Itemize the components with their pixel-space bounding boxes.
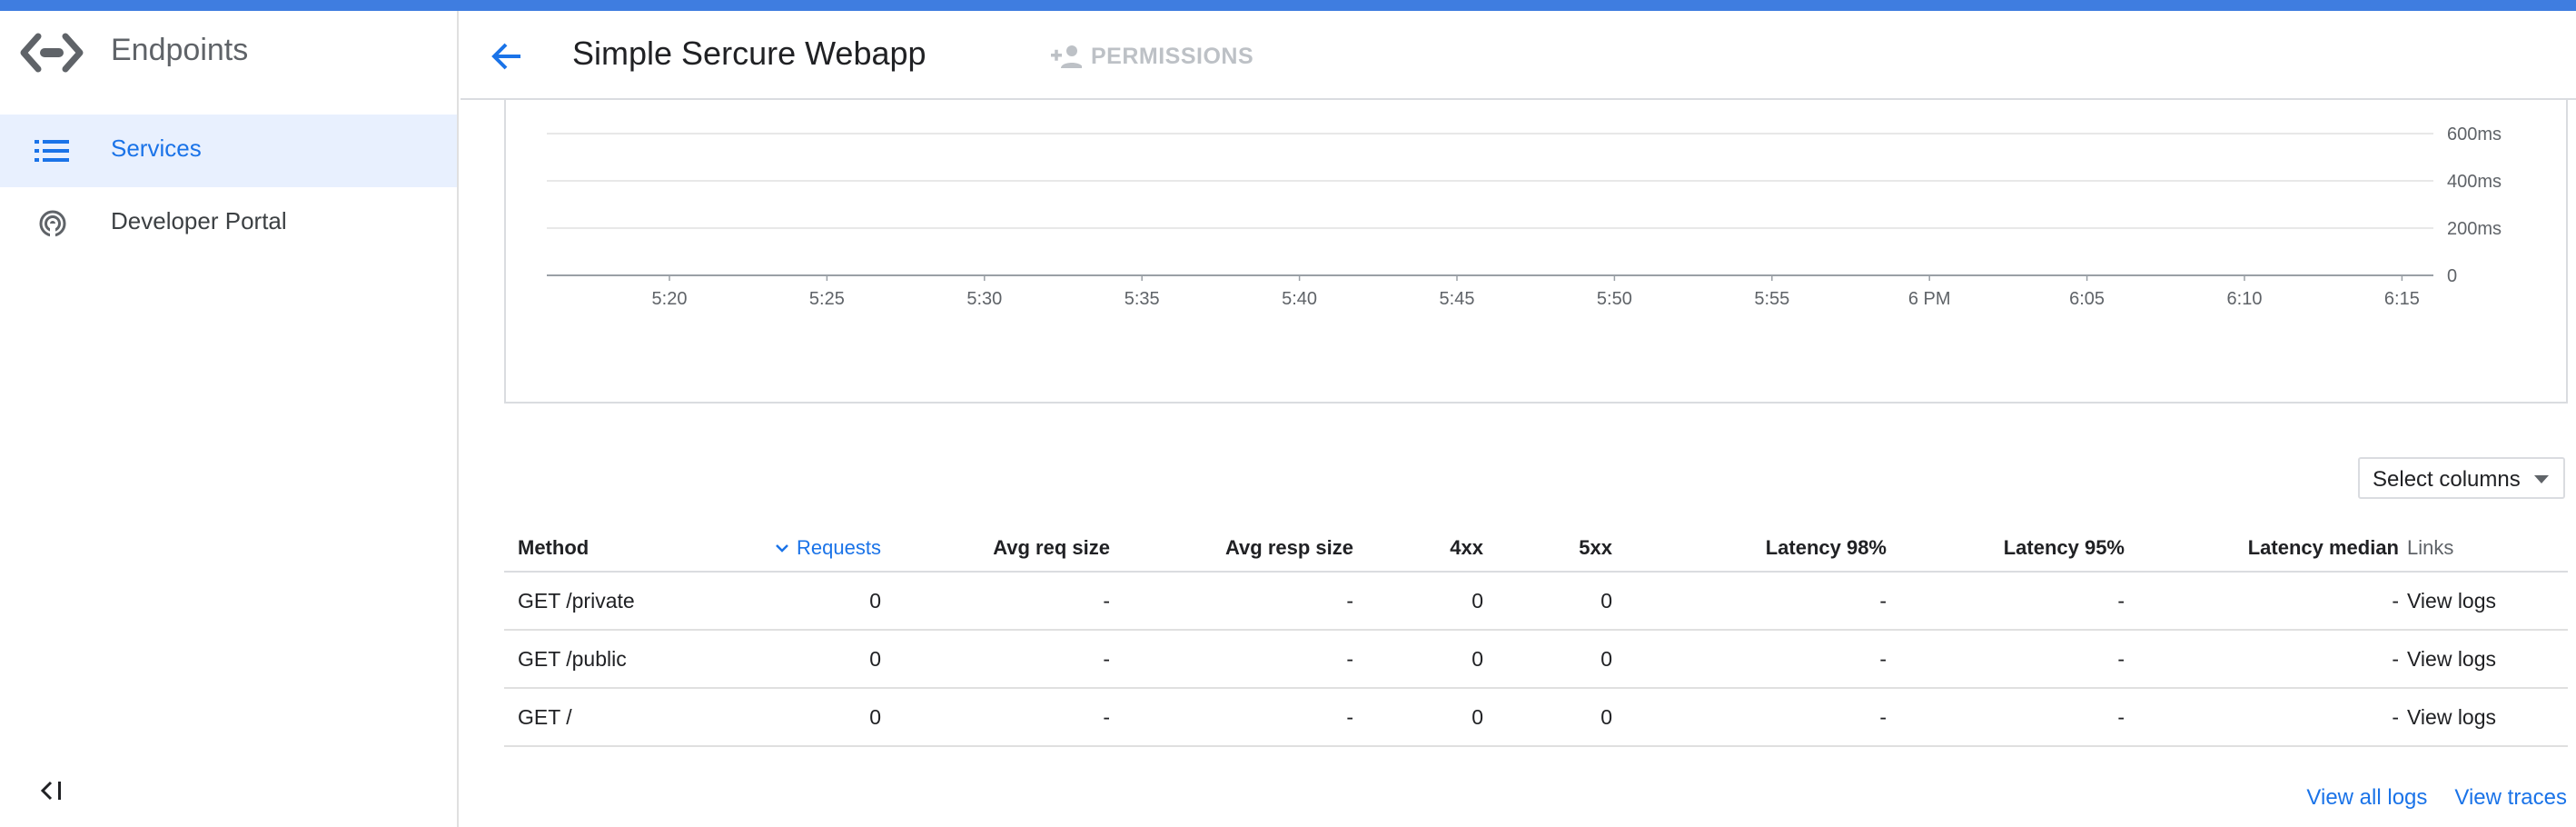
collapse-sidebar-icon[interactable] [36, 776, 69, 805]
column-header-latency-95[interactable]: Latency 95% [1903, 524, 2125, 571]
list-icon [35, 140, 69, 162]
app-title: Endpoints [111, 33, 249, 67]
x-tick-label: 6 PM [1908, 289, 1951, 309]
5xx-cell: 0 [1600, 646, 1612, 671]
latency-median-cell: - [2392, 588, 2399, 613]
x-tick-label: 6:10 [2227, 289, 2263, 309]
column-header-avg-resp-size[interactable]: Avg resp size [1122, 524, 1353, 571]
x-tick-label: 5:45 [1440, 289, 1475, 309]
latency-95-cell: - [2117, 704, 2125, 729]
column-header-latency-median[interactable]: Latency median [2139, 524, 2399, 571]
view-logs-link[interactable]: View logs [2407, 631, 2552, 687]
sidebar-item-label: Services [111, 135, 202, 162]
latency-98-cell: - [1879, 588, 1887, 613]
permissions-button[interactable]: PERMISSIONS [1051, 38, 1253, 75]
brand: Endpoints [0, 11, 457, 98]
sidebar: Endpoints Services Developer Portal [0, 11, 459, 827]
table-row: GET / 0 - - 0 0 - - - View logs [504, 689, 2568, 747]
column-header-avg-req-size[interactable]: Avg req size [895, 524, 1110, 571]
page-header: Simple Sercure Webapp PERMISSIONS [461, 11, 2576, 100]
column-header-links: Links [2407, 535, 2454, 559]
latency-chart-card: 600ms 400ms 200ms 0 5:20 5:25 5:30 5:35 5:40 5:45… [504, 100, 2568, 404]
x-tick-label: 5:55 [1754, 289, 1789, 309]
x-tick-label: 6:05 [2069, 289, 2105, 309]
method-cell: GET /private [518, 588, 635, 613]
x-tick-label: 5:20 [652, 289, 688, 309]
sidebar-item-label: Developer Portal [111, 207, 287, 234]
4xx-cell: 0 [1471, 704, 1483, 729]
requests-cell: 0 [869, 588, 881, 613]
requests-cell: 0 [869, 704, 881, 729]
latency-95-cell: - [2117, 646, 2125, 671]
column-header-requests[interactable]: Requests [740, 524, 881, 571]
view-logs-link[interactable]: View logs [2407, 573, 2552, 629]
5xx-cell: 0 [1600, 588, 1612, 613]
x-tick-label: 5:30 [966, 289, 1002, 309]
page-title: Simple Sercure Webapp [572, 35, 926, 72]
avg-req-size-cell: - [1103, 646, 1110, 671]
column-header-method[interactable]: Method [518, 524, 736, 571]
y-tick-label: 0 [2447, 266, 2457, 286]
latency-98-cell: - [1879, 704, 1887, 729]
footer-links: View all logs View traces [2306, 785, 2567, 811]
table-row: GET /private 0 - - 0 0 - - - View logs [504, 573, 2568, 631]
select-columns-dropdown[interactable]: Select columns [2358, 457, 2565, 499]
endpoints-logo-icon [20, 33, 84, 73]
methods-table: Method Requests Avg req size Avg resp si… [504, 524, 2568, 747]
5xx-cell: 0 [1600, 704, 1612, 729]
view-logs-link[interactable]: View logs [2407, 689, 2552, 745]
method-cell: GET /public [518, 646, 627, 671]
avg-req-size-cell: - [1103, 588, 1110, 613]
column-header-latency-98[interactable]: Latency 98% [1630, 524, 1887, 571]
avg-resp-size-cell: - [1346, 704, 1353, 729]
select-columns-label: Select columns [2373, 467, 2521, 492]
latency-98-cell: - [1879, 646, 1887, 671]
latency-median-cell: - [2392, 704, 2399, 729]
avg-resp-size-cell: - [1346, 588, 1353, 613]
avg-resp-size-cell: - [1346, 646, 1353, 671]
y-tick-label: 200ms [2447, 219, 2502, 239]
column-header-5xx[interactable]: 5xx [1494, 524, 1612, 571]
sidebar-item-developer-portal[interactable]: Developer Portal [0, 187, 457, 260]
column-header-4xx[interactable]: 4xx [1367, 524, 1483, 571]
table-row: GET /public 0 - - 0 0 - - - View logs [504, 631, 2568, 689]
caret-down-icon [2534, 475, 2549, 483]
x-tick-label: 5:35 [1125, 289, 1160, 309]
sidebar-item-services[interactable]: Services [0, 115, 457, 187]
latency-95-cell: - [2117, 588, 2125, 613]
x-tick-label: 5:25 [809, 289, 845, 309]
column-header-requests-label: Requests [797, 535, 881, 559]
view-traces-link[interactable]: View traces [2454, 785, 2567, 811]
permissions-label: PERMISSIONS [1091, 43, 1254, 69]
y-tick-label: 400ms [2447, 172, 2502, 192]
4xx-cell: 0 [1471, 588, 1483, 613]
latency-median-cell: - [2392, 646, 2399, 671]
4xx-cell: 0 [1471, 646, 1483, 671]
portal-icon [39, 210, 66, 238]
x-tick-label: 5:40 [1282, 289, 1317, 309]
y-tick-label: 600ms [2447, 125, 2502, 144]
method-cell: GET / [518, 704, 572, 729]
arrow-back-icon[interactable] [488, 36, 528, 76]
x-tick-label: 6:15 [2384, 289, 2420, 309]
top-accent-bar [0, 0, 2576, 11]
table-header-row: Method Requests Avg req size Avg resp si… [504, 524, 2568, 573]
chevron-down-icon [776, 543, 788, 553]
x-tick-label: 5:50 [1597, 289, 1632, 309]
avg-req-size-cell: - [1103, 704, 1110, 729]
requests-cell: 0 [869, 646, 881, 671]
latency-chart: 600ms 400ms 200ms 0 5:20 5:25 5:30 5:35 5:40 5:45… [547, 125, 2502, 309]
person-add-icon [1051, 45, 1082, 68]
view-all-logs-link[interactable]: View all logs [2306, 785, 2427, 811]
